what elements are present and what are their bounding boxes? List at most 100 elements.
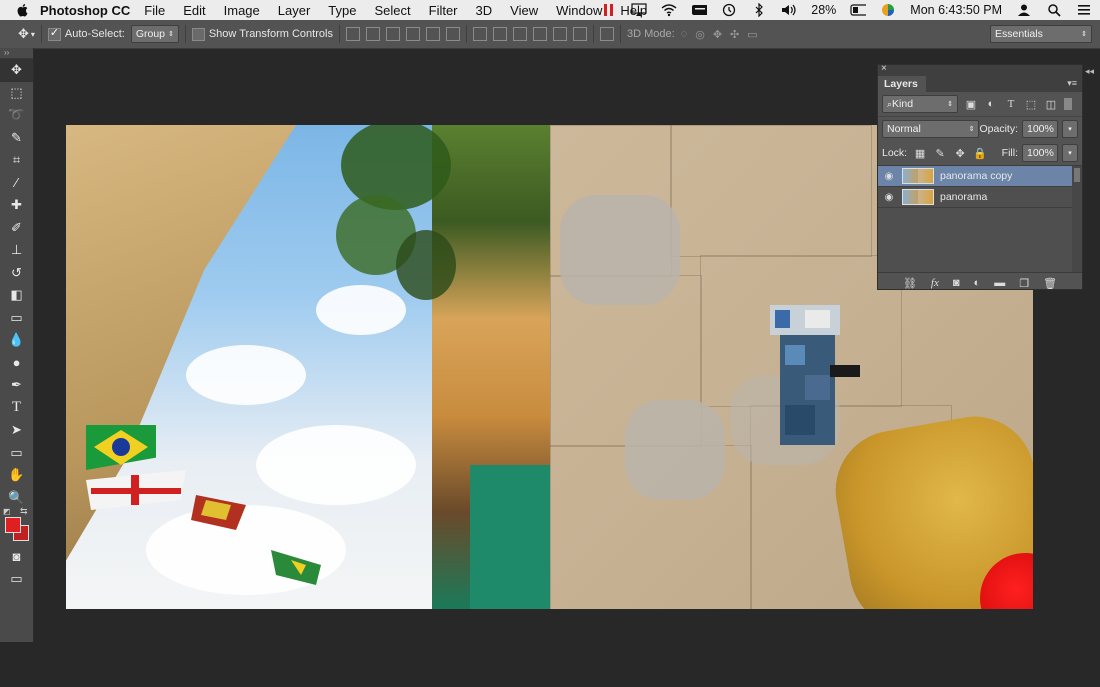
auto-select-checkbox[interactable] xyxy=(47,26,61,41)
align-right-edges-icon[interactable] xyxy=(445,27,460,41)
3d-pan-icon[interactable]: ✥ xyxy=(713,28,722,41)
crop-tool-icon[interactable]: ⌗ xyxy=(0,149,33,172)
distribute-right-icon[interactable] xyxy=(572,27,587,41)
app-name-menu[interactable]: Photoshop CC xyxy=(40,3,130,18)
panel-menu-icon[interactable]: ▾≡ xyxy=(1067,78,1077,89)
healing-brush-tool-icon[interactable]: ✚ xyxy=(0,194,33,217)
3d-orbit-icon[interactable]: ◌ xyxy=(681,28,688,40)
time-machine-icon[interactable] xyxy=(721,2,737,18)
type-layer-filter-icon[interactable]: T xyxy=(1004,97,1018,111)
menu-clock[interactable]: Mon 6:43:50 PM xyxy=(910,3,1002,17)
visibility-eye-icon[interactable]: ◉ xyxy=(878,171,900,182)
bluetooth-icon[interactable] xyxy=(751,2,767,18)
menu-layer[interactable]: Layer xyxy=(278,3,311,18)
blend-mode-dropdown[interactable]: Normal ⇕ xyxy=(882,120,980,138)
delete-layer-trash-icon[interactable]: 🗑 xyxy=(1043,277,1057,290)
volume-icon[interactable] xyxy=(781,2,797,18)
swap-colors-icon[interactable]: ⇆ xyxy=(20,506,28,517)
auto-align-layers-icon[interactable] xyxy=(599,27,614,41)
lock-position-icon[interactable]: ✥ xyxy=(953,146,967,160)
rectangle-tool-icon[interactable]: ▭ xyxy=(0,442,33,465)
lock-transparent-pixels-icon[interactable]: ▦ xyxy=(913,146,927,160)
align-horizontal-centers-icon[interactable] xyxy=(425,27,440,41)
menu-select[interactable]: Select xyxy=(374,3,410,18)
path-selection-tool-icon[interactable]: ➤ xyxy=(0,419,33,442)
menu-view[interactable]: View xyxy=(510,3,538,18)
marquee-tool-icon[interactable]: ⬚ xyxy=(0,82,33,105)
workspace-dropdown[interactable]: Essentials ⇕ xyxy=(990,25,1092,43)
distribute-left-icon[interactable] xyxy=(532,27,547,41)
quick-mask-icon[interactable]: ◙ xyxy=(0,545,33,568)
zoom-tool-icon[interactable]: 🔍 xyxy=(0,487,33,510)
close-icon[interactable]: × xyxy=(881,63,887,74)
distribute-bottom-icon[interactable] xyxy=(512,27,527,41)
layer-name[interactable]: panorama copy xyxy=(940,170,1012,182)
move-tool-preset-picker[interactable]: ✥ ▾ xyxy=(18,26,35,42)
panel-grip[interactable]: ›› xyxy=(0,48,33,59)
menu-window[interactable]: Window xyxy=(556,3,602,18)
menu-edit[interactable]: Edit xyxy=(183,3,205,18)
clone-stamp-tool-icon[interactable]: ⊥ xyxy=(0,239,33,262)
fill-input[interactable]: 100% xyxy=(1022,144,1058,162)
battery-icon[interactable] xyxy=(850,2,867,18)
3d-scale-icon[interactable]: ▭ xyxy=(747,28,757,41)
airplay-icon[interactable] xyxy=(631,2,647,18)
layer-name[interactable]: panorama xyxy=(940,191,987,203)
menu-filter[interactable]: Filter xyxy=(429,3,458,18)
opacity-slider-toggle[interactable]: ▾ xyxy=(1062,120,1078,138)
blur-tool-icon[interactable]: 💧 xyxy=(0,329,33,352)
align-left-edges-icon[interactable] xyxy=(405,27,420,41)
align-bottom-edges-icon[interactable] xyxy=(385,27,400,41)
new-layer-icon[interactable]: ❐ xyxy=(1019,277,1029,290)
link-layers-icon[interactable]: ⛓ xyxy=(903,277,917,290)
layer-row-panorama-copy[interactable]: ◉ panorama copy xyxy=(878,166,1072,187)
layer-style-fx-icon[interactable]: fx xyxy=(931,277,939,289)
brush-tool-icon[interactable]: ✐ xyxy=(0,217,33,240)
pixel-layer-filter-icon[interactable]: ▣ xyxy=(964,97,978,111)
new-group-folder-icon[interactable]: ▬ xyxy=(994,277,1005,289)
3d-slide-icon[interactable]: ✣ xyxy=(730,28,739,41)
distribute-hcenter-icon[interactable] xyxy=(552,27,567,41)
history-brush-tool-icon[interactable]: ↺ xyxy=(0,262,33,285)
smart-object-filter-icon[interactable]: ◫ xyxy=(1044,97,1058,111)
menu-type[interactable]: Type xyxy=(328,3,356,18)
type-tool-icon[interactable]: T xyxy=(0,397,33,420)
visibility-eye-icon[interactable]: ◉ xyxy=(878,192,900,203)
adjustment-layer-filter-icon[interactable]: ◐ xyxy=(984,97,998,111)
opacity-input[interactable]: 100% xyxy=(1022,120,1058,138)
filter-toggle-icon[interactable] xyxy=(1064,98,1072,110)
notification-center-icon[interactable] xyxy=(1076,2,1092,18)
add-mask-icon[interactable]: ◙ xyxy=(953,277,960,289)
pen-tool-icon[interactable]: ✒ xyxy=(0,374,33,397)
pause-icon[interactable] xyxy=(601,2,617,18)
dodge-tool-icon[interactable]: ● xyxy=(0,352,33,375)
auto-select-dropdown[interactable]: Group ⇕ xyxy=(130,25,179,43)
keyboard-icon[interactable] xyxy=(691,2,708,18)
spotlight-search-icon[interactable] xyxy=(1046,2,1062,18)
panel-collapse-icon[interactable]: ◂◂ xyxy=(1085,66,1094,77)
shape-layer-filter-icon[interactable]: ⬚ xyxy=(1024,97,1038,111)
menu-file[interactable]: File xyxy=(144,3,165,18)
eraser-tool-icon[interactable]: ◧ xyxy=(0,284,33,307)
align-top-edges-icon[interactable] xyxy=(345,27,360,41)
align-vertical-centers-icon[interactable] xyxy=(365,27,380,41)
distribute-top-icon[interactable] xyxy=(472,27,487,41)
apple-icon[interactable] xyxy=(16,3,30,17)
screen-mode-icon[interactable]: ▭ xyxy=(0,568,33,591)
lock-image-pixels-icon[interactable]: ✎ xyxy=(933,146,947,160)
lasso-tool-icon[interactable]: ➰ xyxy=(0,104,33,127)
3d-roll-icon[interactable]: ◎ xyxy=(695,28,705,41)
lock-all-icon[interactable]: 🔒 xyxy=(973,146,987,160)
distribute-vcenter-icon[interactable] xyxy=(492,27,507,41)
filter-kind-dropdown[interactable]: ⌕Kind ⇕ xyxy=(882,95,958,113)
color-wheel-icon[interactable] xyxy=(880,2,896,18)
scroll-thumb[interactable] xyxy=(1074,168,1080,182)
quick-selection-tool-icon[interactable]: ✎ xyxy=(0,127,33,150)
user-icon[interactable] xyxy=(1016,2,1032,18)
menu-3d[interactable]: 3D xyxy=(476,3,493,18)
show-transform-checkbox[interactable] xyxy=(191,27,205,41)
fill-slider-toggle[interactable]: ▾ xyxy=(1062,144,1078,162)
gradient-tool-icon[interactable]: ▭ xyxy=(0,307,33,330)
hand-tool-icon[interactable]: ✋ xyxy=(0,464,33,487)
layers-scrollbar[interactable] xyxy=(1072,166,1082,272)
